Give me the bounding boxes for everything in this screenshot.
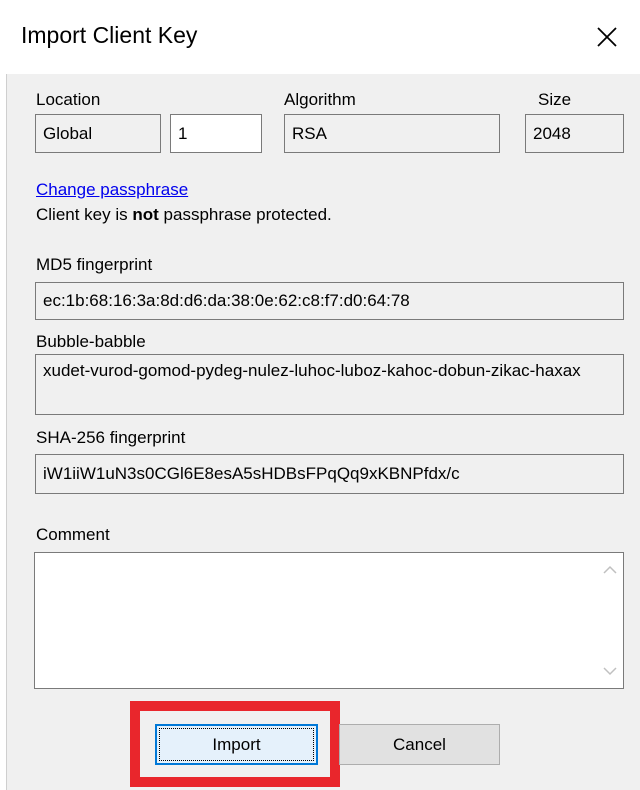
chevron-up-icon xyxy=(603,565,617,574)
algorithm-field: RSA xyxy=(284,114,500,153)
scroll-up-button[interactable] xyxy=(597,557,623,583)
algorithm-label: Algorithm xyxy=(284,90,356,109)
bubble-babble-field: xudet-vurod-gomod-pydeg-nulez-luhoc-lubo… xyxy=(35,354,624,415)
dialog-title: Import Client Key xyxy=(21,22,198,48)
comment-label: Comment xyxy=(36,525,110,544)
location-value: Global xyxy=(43,123,93,143)
location-index-value: 1 xyxy=(178,123,188,143)
algorithm-value: RSA xyxy=(292,123,327,143)
passphrase-status-prefix: Client key is xyxy=(36,205,133,224)
size-field: 2048 xyxy=(525,114,624,153)
passphrase-status-suffix: passphrase protected. xyxy=(158,205,332,224)
md5-fingerprint-label: MD5 fingerprint xyxy=(36,255,153,274)
md5-fingerprint-field: ec:1b:68:16:3a:8d:d6:da:38:0e:62:c8:f7:d… xyxy=(35,282,624,320)
scroll-down-button[interactable] xyxy=(597,658,623,684)
close-button[interactable] xyxy=(586,16,628,58)
sha256-fingerprint-label: SHA-256 fingerprint xyxy=(36,428,186,447)
bubble-babble-value: xudet-vurod-gomod-pydeg-nulez-luhoc-lubo… xyxy=(43,361,581,380)
passphrase-status-emphasis: not xyxy=(132,205,159,224)
cancel-button[interactable]: Cancel xyxy=(339,724,500,765)
change-passphrase-link[interactable]: Change passphrase xyxy=(36,180,188,200)
location-label: Location xyxy=(36,90,101,109)
passphrase-status: Client key is not passphrase protected. xyxy=(36,205,332,225)
size-value: 2048 xyxy=(533,123,571,143)
sha256-fingerprint-field: iW1iiW1uN3s0CGl6E8esA5sHDBsFPqQq9xKBNPfd… xyxy=(35,454,624,494)
location-field: Global xyxy=(35,114,161,153)
md5-fingerprint-value: ec:1b:68:16:3a:8d:d6:da:38:0e:62:c8:f7:d… xyxy=(43,291,410,310)
location-index-field[interactable]: 1 xyxy=(170,114,262,153)
chevron-down-icon xyxy=(603,667,617,676)
import-button[interactable]: Import xyxy=(155,724,318,765)
cancel-button-label: Cancel xyxy=(393,734,446,754)
close-icon xyxy=(597,27,617,47)
comment-scrollbar[interactable] xyxy=(596,553,623,688)
sha256-fingerprint-value: iW1iiW1uN3s0CGl6E8esA5sHDBsFPqQq9xKBNPfd… xyxy=(43,464,460,483)
focus-rectangle xyxy=(159,728,314,761)
title-bar: Import Client Key xyxy=(6,0,640,74)
comment-textarea[interactable] xyxy=(34,552,624,689)
bubble-babble-label: Bubble-babble xyxy=(36,332,146,351)
import-client-key-dialog: Import Client Key Location Global 1 Algo… xyxy=(0,0,640,790)
window-left-edge xyxy=(0,0,7,790)
size-label: Size xyxy=(538,90,572,109)
